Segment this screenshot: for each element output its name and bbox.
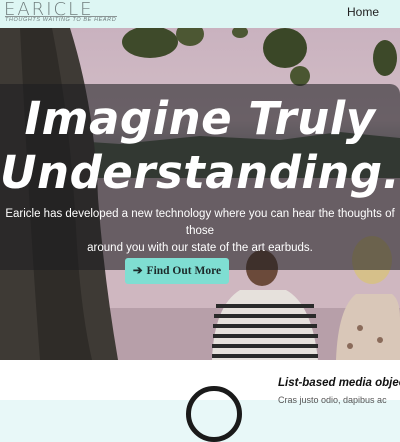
hero-headline: Imagine Truly Understanding... [0,92,400,200]
find-out-more-button[interactable]: ➔ Find Out More [125,258,229,284]
media-text: Cras justo odio, dapibus ac [278,395,387,405]
hero-headline-line-1: Imagine Truly [24,92,376,145]
media-section: List-based media object Cras justo odio,… [0,360,400,442]
nav-home-link[interactable]: Home [347,5,379,19]
hero-headline-line-2: Understanding... [0,146,400,199]
hero-description: Earicle has developed a new technology w… [0,206,400,257]
find-out-more-label: Find Out More [146,265,222,277]
media-image [186,386,242,442]
arrow-right-icon: ➔ [132,265,143,277]
brand-logo[interactable]: EARICLE THOUGHTS WAITING TO BE HEARD [4,0,134,28]
media-title: List-based media object [278,377,400,389]
hero-description-line-1: Earicle has developed a new technology w… [5,208,395,237]
hero-description-line-2: around you with our state of the art ear… [87,242,313,254]
brand-tagline: THOUGHTS WAITING TO BE HEARD [5,17,117,23]
navbar: EARICLE THOUGHTS WAITING TO BE HEARD Hom… [0,0,400,28]
hero-section: Imagine Truly Understanding... Earicle h… [0,28,400,360]
